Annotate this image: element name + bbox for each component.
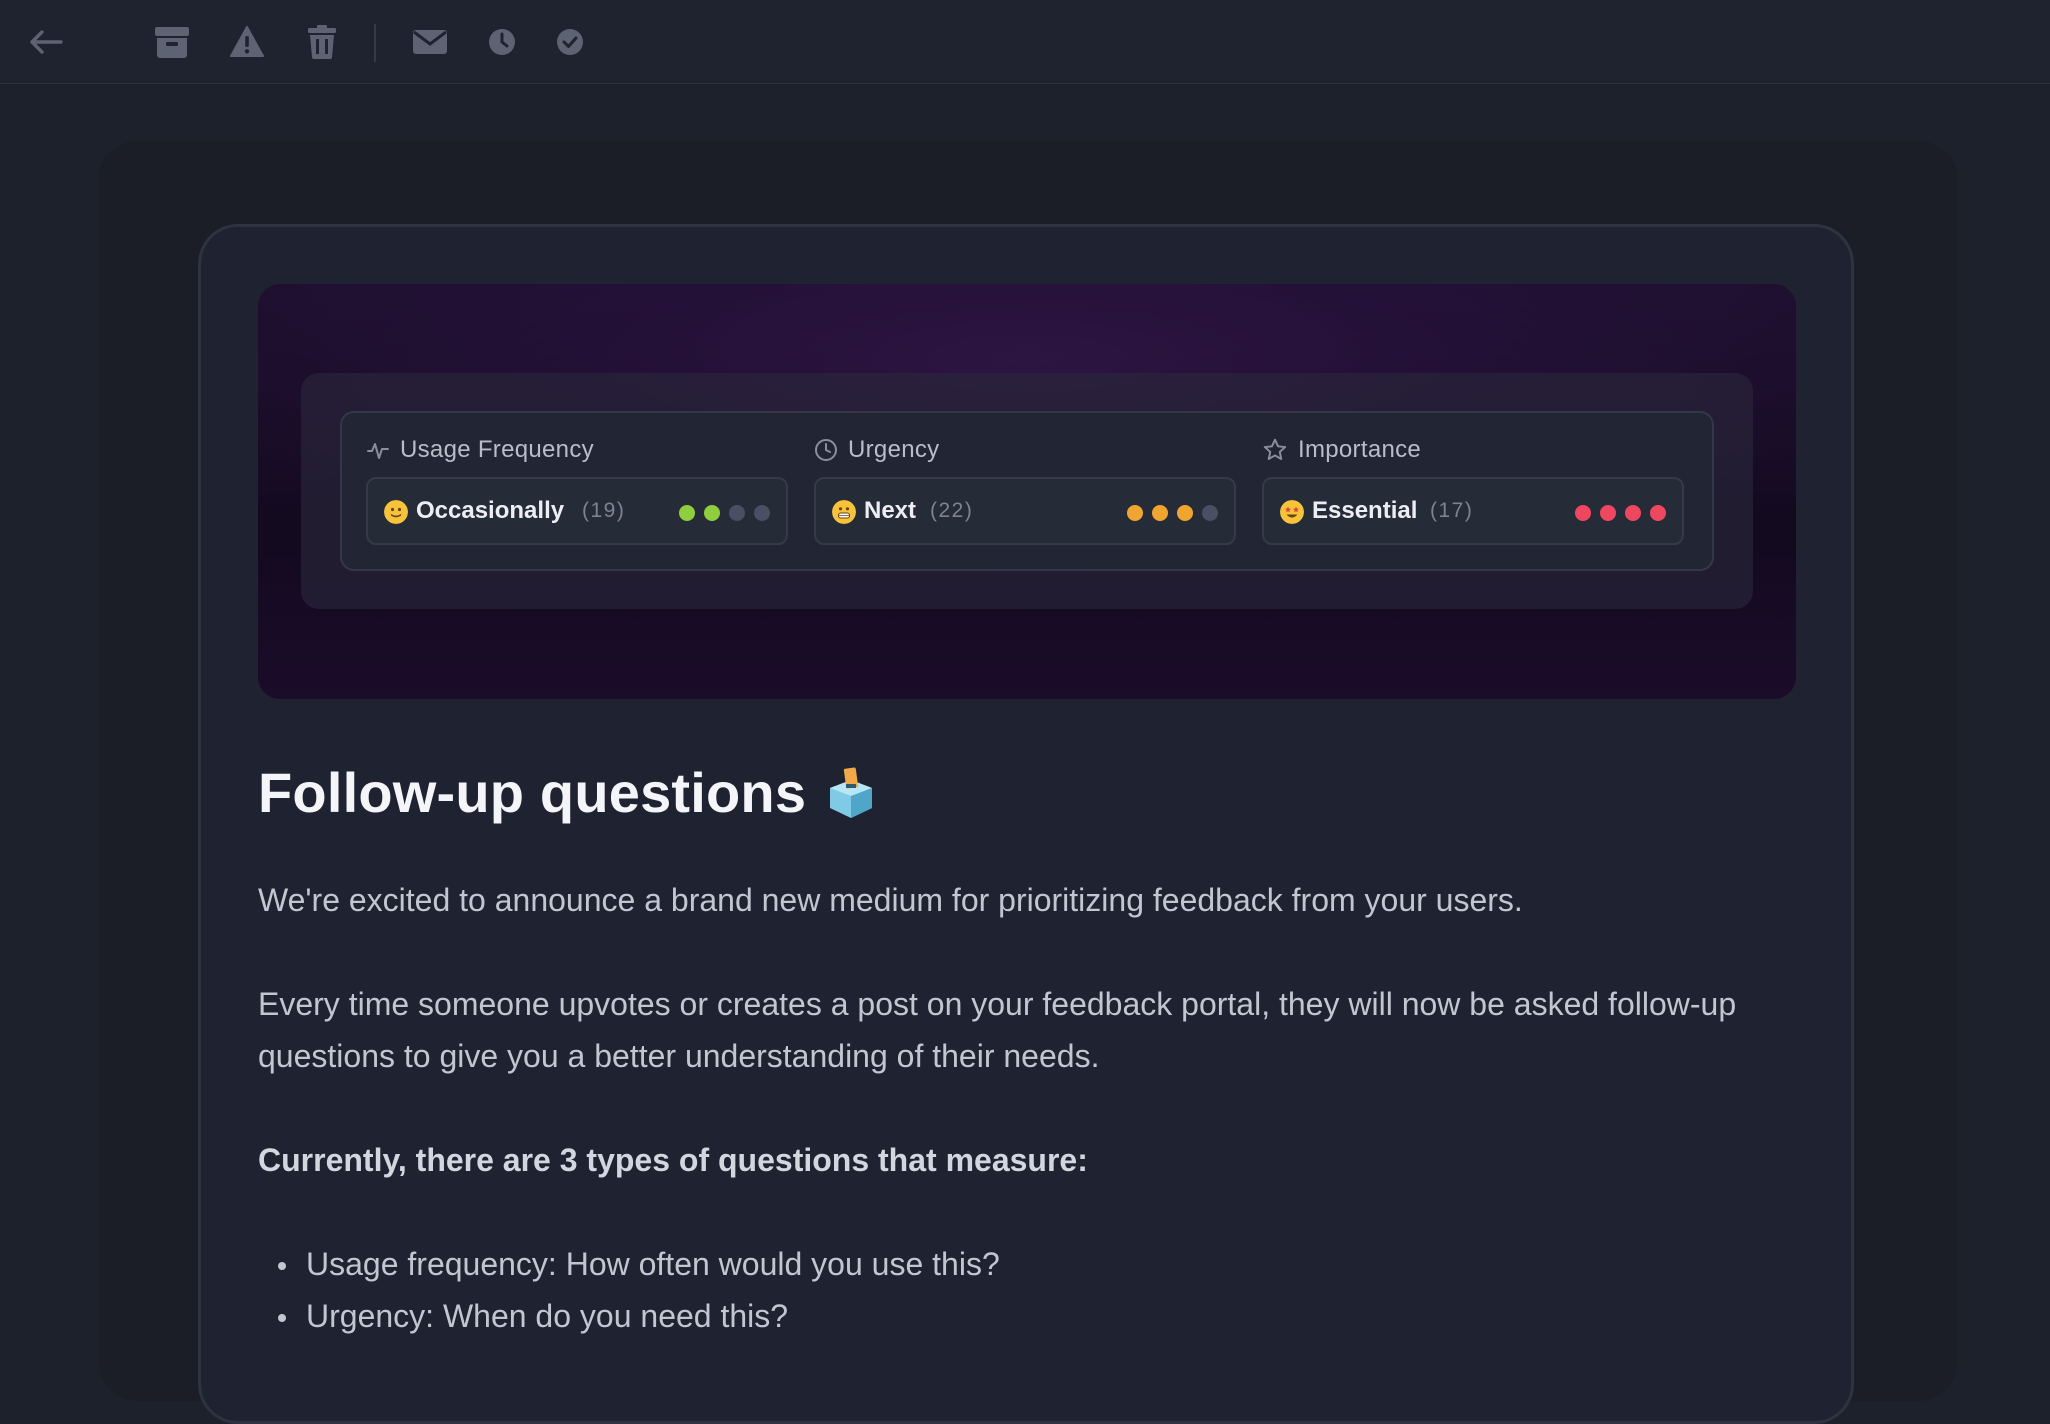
list-item: Urgency: When do you need this? xyxy=(258,1290,1000,1342)
page-title-text: Follow-up questions xyxy=(258,761,807,824)
activity-icon xyxy=(367,443,389,459)
level-dot-filled xyxy=(1625,505,1641,521)
answer-essential[interactable]: Essential (17) xyxy=(1262,477,1684,545)
check-circle-icon[interactable] xyxy=(548,20,592,64)
answer-next[interactable]: Next (22) xyxy=(814,477,1236,545)
level-dot-empty xyxy=(754,505,770,521)
level-dot-empty xyxy=(1202,505,1218,521)
answer-label: Occasionally xyxy=(416,497,565,524)
description-paragraph: Every time someone upvotes or creates a … xyxy=(258,986,1737,1074)
question-header: Importance xyxy=(1262,433,1421,467)
question-importance: Importance Essential (17) xyxy=(1238,413,1684,573)
level-dot-filled xyxy=(1177,505,1193,521)
level-dot-empty xyxy=(729,505,745,521)
level-dot-filled xyxy=(1152,505,1168,521)
hero-image: Usage Frequency Occasionally (19) Urgenc… xyxy=(258,284,1796,699)
mail-icon[interactable] xyxy=(408,20,452,64)
answer-label: Next xyxy=(864,497,917,524)
question-title: Usage Frequency xyxy=(400,436,594,463)
types-intro-paragraph: Currently, there are 3 types of question… xyxy=(258,1142,1088,1178)
clock-icon xyxy=(815,439,837,461)
back-arrow-icon[interactable] xyxy=(24,20,68,64)
question-header: Usage Frequency xyxy=(366,433,594,467)
answer-count: (17) xyxy=(1430,499,1474,522)
answer-count: (19) xyxy=(582,499,626,522)
answer-label: Essential xyxy=(1312,497,1418,524)
level-dot-filled xyxy=(1650,505,1666,521)
grimacing-face-icon xyxy=(832,500,856,524)
intro-paragraph: We're excited to announce a brand new me… xyxy=(258,882,1523,918)
star-struck-face-icon xyxy=(1280,500,1304,524)
level-dot-filled xyxy=(1127,505,1143,521)
question-urgency: Urgency Next (22) xyxy=(790,413,1236,573)
question-title: Importance xyxy=(1298,436,1422,463)
slightly-smiling-face-icon xyxy=(384,500,408,524)
clock-icon[interactable] xyxy=(480,20,524,64)
archive-icon[interactable] xyxy=(150,20,194,64)
level-dot-filled xyxy=(1600,505,1616,521)
level-dot-filled xyxy=(1575,505,1591,521)
question-types-list: Usage frequency: How often would you use… xyxy=(258,1238,1000,1342)
level-dot-filled xyxy=(679,505,695,521)
answer-occasionally[interactable]: Occasionally (19) xyxy=(366,477,788,545)
question-usage-frequency: Usage Frequency Occasionally (19) xyxy=(342,413,788,573)
level-dots xyxy=(1575,505,1666,521)
level-dot-filled xyxy=(704,505,720,521)
question-header: Urgency xyxy=(814,433,939,467)
level-dots xyxy=(679,505,770,521)
warning-icon[interactable] xyxy=(225,20,269,64)
answer-count: (22) xyxy=(930,499,974,522)
page-title: Follow-up questions xyxy=(258,760,878,825)
ballot-box-icon xyxy=(830,766,873,818)
follow-up-questions-panel: Usage Frequency Occasionally (19) Urgenc… xyxy=(340,411,1714,571)
star-icon xyxy=(1263,438,1287,460)
list-item: Usage frequency: How often would you use… xyxy=(258,1238,1000,1290)
level-dots xyxy=(1127,505,1218,521)
question-title: Urgency xyxy=(848,436,940,463)
toolbar xyxy=(0,0,2050,84)
trash-icon[interactable] xyxy=(300,20,344,64)
toolbar-divider xyxy=(374,24,376,62)
hero-inner-panel: Usage Frequency Occasionally (19) Urgenc… xyxy=(301,373,1753,609)
